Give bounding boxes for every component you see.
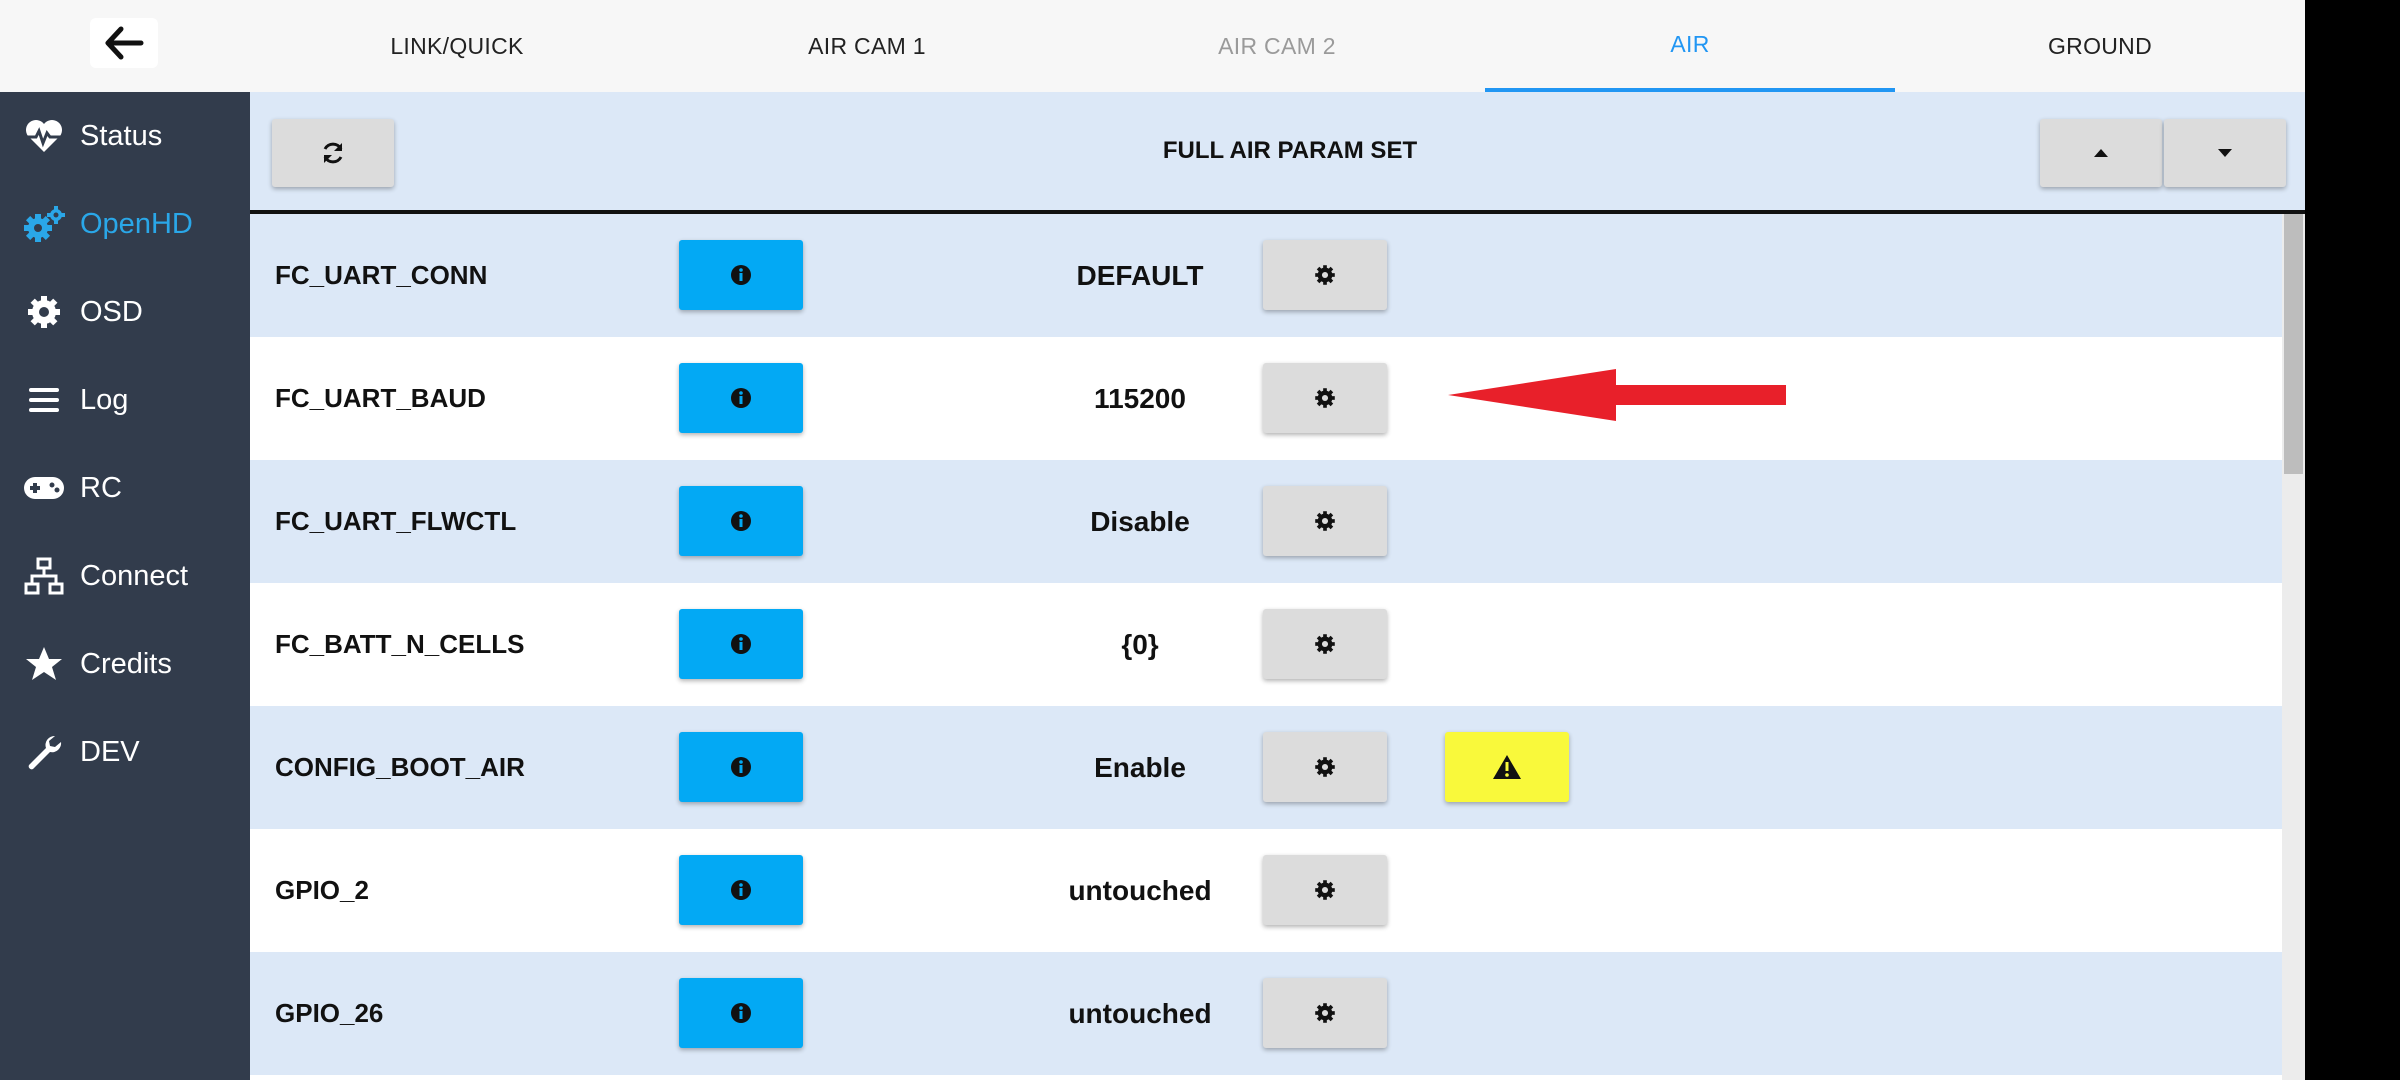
tab-ground[interactable]: GROUND	[1895, 0, 2305, 92]
sidebar-item-dev[interactable]: DEV	[0, 708, 250, 796]
info-icon	[731, 634, 751, 654]
edit-param-button[interactable]	[1263, 363, 1387, 433]
param-value: untouched	[1068, 874, 1212, 906]
gear-icon	[1315, 511, 1335, 531]
param-name: FC_UART_BAUD	[275, 383, 486, 413]
sidebar-item-label: DEV	[80, 735, 140, 768]
sidebar-item-label: RC	[80, 471, 122, 504]
param-name: GPIO_26	[275, 998, 384, 1028]
info-button[interactable]	[679, 486, 803, 556]
scrollbar[interactable]	[2282, 214, 2305, 1080]
sidebar-item-label: OSD	[80, 295, 143, 328]
info-button[interactable]	[679, 240, 803, 310]
sidebar-item-openhd[interactable]: OpenHD	[0, 180, 250, 268]
info-icon	[731, 1003, 751, 1023]
menu-lines-icon	[22, 378, 66, 422]
param-name: CONFIG_BOOT_AIR	[275, 752, 525, 782]
param-name: FC_UART_FLWCTL	[275, 506, 517, 536]
info-icon	[731, 511, 751, 531]
tab-air-cam-2[interactable]: AIR CAM 2	[1072, 0, 1482, 92]
network-icon	[22, 554, 66, 598]
sidebar-item-label: OpenHD	[80, 207, 193, 240]
param-value: Enable	[1094, 751, 1186, 783]
refresh-button[interactable]	[272, 119, 394, 187]
param-row: FC_UART_CONN DEFAULT	[250, 214, 2282, 337]
edit-param-button[interactable]	[1263, 855, 1387, 925]
gear-icon	[1315, 1003, 1335, 1023]
caret-up-icon	[2094, 149, 2108, 157]
tab-link-quick[interactable]: LINK/QUICK	[252, 0, 662, 92]
param-name: FC_UART_CONN	[275, 260, 488, 290]
star-icon	[22, 642, 66, 686]
scroll-up-button[interactable]	[2040, 119, 2162, 187]
sidebar-item-rc[interactable]: RC	[0, 444, 250, 532]
tab-air[interactable]: AIR	[1485, 0, 1895, 92]
param-name: FC_BATT_N_CELLS	[275, 629, 525, 659]
gear-icon	[1315, 388, 1335, 408]
scroll-down-button[interactable]	[2164, 119, 2286, 187]
edit-param-button[interactable]	[1263, 732, 1387, 802]
info-button[interactable]	[679, 978, 803, 1048]
sidebar: Status OpenHD OSD Log RC Connect Credits…	[0, 92, 250, 1080]
info-button[interactable]	[679, 732, 803, 802]
gamepad-icon	[22, 466, 66, 510]
sidebar-item-status[interactable]: Status	[0, 92, 250, 180]
sidebar-item-osd[interactable]: OSD	[0, 268, 250, 356]
page-title: FULL AIR PARAM SET	[1162, 137, 1418, 164]
sidebar-item-label: Connect	[80, 559, 189, 592]
info-icon	[731, 265, 751, 285]
param-row: CONFIG_BOOT_AIR Enable	[250, 706, 2282, 829]
warning-button[interactable]	[1445, 732, 1569, 802]
param-row: FC_UART_FLWCTL Disable	[250, 460, 2282, 583]
top-tab-bar: LINK/QUICK AIR CAM 1 AIR CAM 2 AIR GROUN…	[0, 0, 2305, 93]
sidebar-item-connect[interactable]: Connect	[0, 532, 250, 620]
gears-icon	[22, 202, 66, 246]
param-name: GPIO_2	[275, 875, 369, 905]
tab-air-cam-1[interactable]: AIR CAM 1	[662, 0, 1072, 92]
param-value: Disable	[1090, 505, 1190, 537]
info-icon	[731, 757, 751, 777]
screen-edge	[2305, 0, 2400, 1080]
info-button[interactable]	[679, 855, 803, 925]
param-list: FC_UART_CONN DEFAULT FC_UART_BAUD 115200…	[250, 214, 2282, 1080]
param-header: FULL AIR PARAM SET	[250, 92, 2305, 214]
param-row: FC_UART_BAUD 115200	[250, 337, 2282, 460]
edit-param-button[interactable]	[1263, 978, 1387, 1048]
refresh-icon	[323, 142, 343, 164]
info-icon	[731, 388, 751, 408]
annotation-arrow	[1448, 369, 1786, 421]
gear-icon	[1315, 880, 1335, 900]
gear-icon	[1315, 265, 1335, 285]
edit-param-button[interactable]	[1263, 240, 1387, 310]
gear-icon	[22, 290, 66, 334]
param-row: GPIO_26 untouched	[250, 952, 2282, 1075]
edit-param-button[interactable]	[1263, 609, 1387, 679]
gear-icon	[1315, 757, 1335, 777]
wrench-icon	[22, 730, 66, 774]
arrow-left-icon	[105, 26, 144, 60]
param-value: DEFAULT	[1076, 259, 1204, 291]
scrollbar-thumb[interactable]	[2284, 214, 2303, 474]
warning-icon	[1493, 755, 1521, 779]
info-button[interactable]	[679, 363, 803, 433]
param-row: FC_BATT_N_CELLS {0}	[250, 583, 2282, 706]
sidebar-item-label: Credits	[80, 647, 172, 680]
param-value: untouched	[1068, 997, 1212, 1029]
back-button[interactable]	[90, 18, 158, 68]
sidebar-item-log[interactable]: Log	[0, 356, 250, 444]
info-button[interactable]	[679, 609, 803, 679]
edit-param-button[interactable]	[1263, 486, 1387, 556]
heartbeat-icon	[22, 114, 66, 158]
gear-icon	[1315, 634, 1335, 654]
sidebar-item-credits[interactable]: Credits	[0, 620, 250, 708]
caret-down-icon	[2218, 149, 2232, 157]
sidebar-item-label: Log	[80, 383, 129, 416]
param-value: 115200	[1094, 382, 1186, 414]
info-icon	[731, 880, 751, 900]
param-value: {0}	[1121, 628, 1159, 660]
param-row: GPIO_2 untouched	[250, 829, 2282, 952]
main-panel: FULL AIR PARAM SET FC_UART_CONN DEFAULT	[250, 92, 2305, 1080]
sidebar-item-label: Status	[80, 119, 163, 152]
